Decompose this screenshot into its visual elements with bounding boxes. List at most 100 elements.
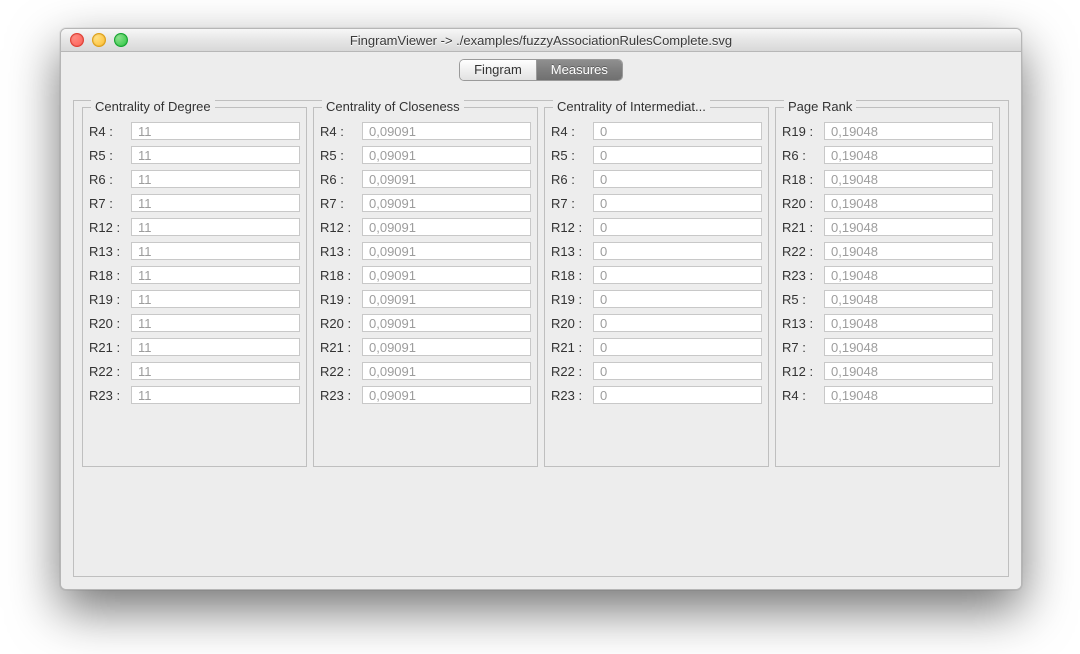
measure-value-field[interactable] [824, 362, 993, 380]
measure-value-field[interactable] [362, 170, 531, 188]
measure-label: R23 : [89, 388, 127, 403]
measure-label: R6 : [782, 148, 820, 163]
tab-measures[interactable]: Measures [536, 60, 622, 80]
measure-value-field[interactable] [362, 362, 531, 380]
measure-label: R13 : [89, 244, 127, 259]
minimize-icon[interactable] [92, 33, 106, 47]
content-area: Centrality of Degree R4 : R5 : R6 : R7 :… [61, 88, 1021, 589]
measure-label: R13 : [551, 244, 589, 259]
measure-value-field[interactable] [593, 314, 762, 332]
measures-panel: Centrality of Degree R4 : R5 : R6 : R7 :… [73, 100, 1009, 577]
measure-label: R22 : [782, 244, 820, 259]
measure-label: R20 : [89, 316, 127, 331]
tab-fingram[interactable]: Fingram [460, 60, 536, 80]
group-centrality-degree: Centrality of Degree R4 : R5 : R6 : R7 :… [82, 107, 307, 467]
group-page-rank: Page Rank R19 : R6 : R18 : R20 : R21 : R… [775, 107, 1000, 467]
measure-row: R21 : [782, 218, 993, 236]
measure-value-field[interactable] [131, 362, 300, 380]
measure-row: R13 : [89, 242, 300, 260]
measure-row: R20 : [551, 314, 762, 332]
group-centrality-intermediation: Centrality of Intermediat... R4 : R5 : R… [544, 107, 769, 467]
measure-label: R19 : [551, 292, 589, 307]
measure-row: R22 : [551, 362, 762, 380]
measure-value-field[interactable] [131, 218, 300, 236]
measure-value-field[interactable] [131, 146, 300, 164]
measure-label: R23 : [782, 268, 820, 283]
group-title: Page Rank [784, 99, 856, 114]
measure-label: R13 : [782, 316, 820, 331]
measure-value-field[interactable] [362, 290, 531, 308]
measure-value-field[interactable] [824, 314, 993, 332]
measure-row: R7 : [782, 338, 993, 356]
measure-value-field[interactable] [824, 146, 993, 164]
measure-row: R23 : [551, 386, 762, 404]
measure-value-field[interactable] [593, 194, 762, 212]
measure-row: R12 : [89, 218, 300, 236]
measure-row: R5 : [320, 146, 531, 164]
measure-value-field[interactable] [824, 266, 993, 284]
measure-value-field[interactable] [131, 122, 300, 140]
measure-value-field[interactable] [593, 170, 762, 188]
measure-value-field[interactable] [824, 218, 993, 236]
measure-value-field[interactable] [362, 338, 531, 356]
measure-label: R20 : [551, 316, 589, 331]
measure-row: R18 : [551, 266, 762, 284]
measure-row: R19 : [89, 290, 300, 308]
measure-value-field[interactable] [131, 242, 300, 260]
measure-value-field[interactable] [362, 146, 531, 164]
measure-value-field[interactable] [593, 386, 762, 404]
measure-label: R12 : [320, 220, 358, 235]
measure-row: R20 : [89, 314, 300, 332]
measure-value-field[interactable] [593, 338, 762, 356]
close-icon[interactable] [70, 33, 84, 47]
measure-value-field[interactable] [824, 170, 993, 188]
measure-value-field[interactable] [824, 122, 993, 140]
measure-value-field[interactable] [824, 194, 993, 212]
measure-value-field[interactable] [131, 314, 300, 332]
measure-value-field[interactable] [593, 122, 762, 140]
measure-value-field[interactable] [593, 218, 762, 236]
measure-value-field[interactable] [824, 242, 993, 260]
group-centrality-closeness: Centrality of Closeness R4 : R5 : R6 : R… [313, 107, 538, 467]
measure-value-field[interactable] [824, 386, 993, 404]
measure-value-field[interactable] [362, 386, 531, 404]
measure-value-field[interactable] [593, 266, 762, 284]
measure-row: R18 : [782, 170, 993, 188]
measure-label: R21 : [89, 340, 127, 355]
measure-value-field[interactable] [131, 338, 300, 356]
measure-value-field[interactable] [593, 242, 762, 260]
measure-value-field[interactable] [593, 362, 762, 380]
measure-value-field[interactable] [131, 266, 300, 284]
measure-value-field[interactable] [824, 290, 993, 308]
measure-value-field[interactable] [131, 170, 300, 188]
measure-value-field[interactable] [362, 314, 531, 332]
measure-row: R7 : [89, 194, 300, 212]
measure-value-field[interactable] [131, 290, 300, 308]
measure-label: R12 : [782, 364, 820, 379]
measure-label: R18 : [89, 268, 127, 283]
group-title: Centrality of Intermediat... [553, 99, 710, 114]
measure-value-field[interactable] [362, 242, 531, 260]
measure-value-field[interactable] [131, 386, 300, 404]
measure-label: R18 : [320, 268, 358, 283]
measure-row: R23 : [782, 266, 993, 284]
measure-value-field[interactable] [362, 266, 531, 284]
measure-value-field[interactable] [593, 290, 762, 308]
measure-value-field[interactable] [362, 218, 531, 236]
measure-row: R6 : [320, 170, 531, 188]
measure-value-field[interactable] [824, 338, 993, 356]
measure-row: R18 : [89, 266, 300, 284]
zoom-icon[interactable] [114, 33, 128, 47]
measure-row: R19 : [320, 290, 531, 308]
measure-value-field[interactable] [362, 122, 531, 140]
measure-row: R6 : [782, 146, 993, 164]
measure-value-field[interactable] [131, 194, 300, 212]
measure-label: R5 : [89, 148, 127, 163]
measure-label: R19 : [320, 292, 358, 307]
measure-value-field[interactable] [362, 194, 531, 212]
measure-value-field[interactable] [593, 146, 762, 164]
measure-label: R4 : [782, 388, 820, 403]
measure-label: R7 : [782, 340, 820, 355]
measure-row: R7 : [551, 194, 762, 212]
measure-row: R22 : [782, 242, 993, 260]
